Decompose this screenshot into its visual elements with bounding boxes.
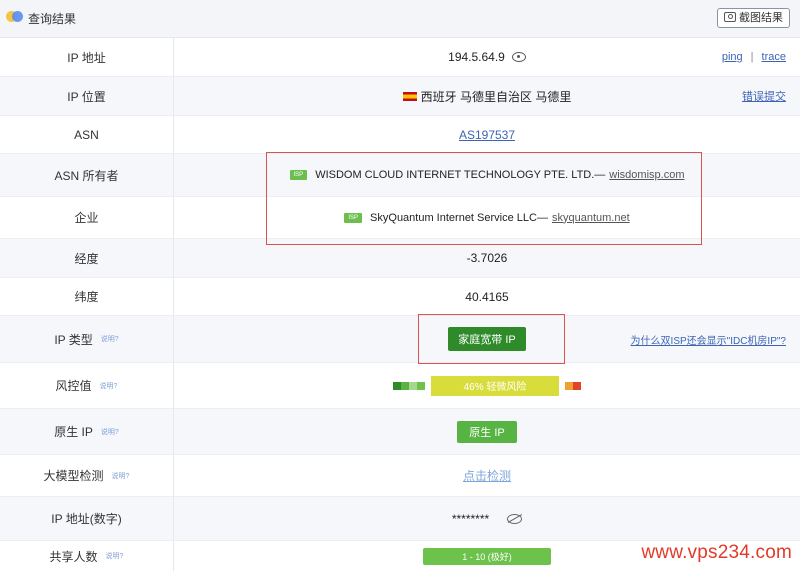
row-ip-type: IP 类型 说明? 家庭宽带 IP 为什么双ISP还会显示"IDC机房IP"? <box>0 316 800 363</box>
help-link[interactable]: 说明? <box>101 427 119 437</box>
row-label: ASN <box>0 116 174 153</box>
risk-meter: 46% 轻微风险 <box>393 375 581 396</box>
row-asn: ASN AS197537 <box>0 116 800 154</box>
help-link[interactable]: 说明? <box>101 334 119 344</box>
risk-score-bar: 46% 轻微风险 <box>431 375 559 396</box>
highlight-box-ip-type <box>418 314 565 364</box>
help-link[interactable]: 说明? <box>112 471 130 481</box>
eye-icon[interactable] <box>511 52 526 62</box>
row-label: IP 类型 <box>54 332 93 347</box>
why-idc-link[interactable]: 为什么双ISP还会显示"IDC机房IP"? <box>631 332 786 347</box>
row-ip-location: IP 位置 西班牙 马德里自治区 马德里 错误提交 <box>0 77 800 116</box>
header-title: 查询结果 <box>28 12 77 26</box>
row-native-ip: 原生 IP 说明? 原生 IP <box>0 409 800 455</box>
watermark: www.vps234.com <box>641 542 792 563</box>
help-link[interactable]: 说明? <box>106 551 124 561</box>
ip-value: 194.5.64.9 <box>174 38 800 76</box>
report-error-link[interactable]: 错误提交 <box>742 88 786 104</box>
ip-numeric-value: ******** <box>451 511 490 526</box>
row-latitude: 纬度 40.4165 <box>0 278 800 316</box>
trace-link[interactable]: trace <box>762 51 786 63</box>
row-label: IP 地址 <box>0 38 174 76</box>
row-label: IP 位置 <box>0 77 174 115</box>
latitude-value: 40.4165 <box>465 289 509 304</box>
asn-link[interactable]: AS197537 <box>459 128 515 142</box>
help-link[interactable]: 说明? <box>100 381 118 391</box>
camera-icon <box>724 12 736 22</box>
click-detect-link[interactable]: 点击检测 <box>463 467 511 484</box>
ping-link[interactable]: ping <box>722 51 743 63</box>
results-header: 查询结果 截图结果 <box>0 0 800 38</box>
row-risk: 风控值 说明? 46% 轻微风险 <box>0 363 800 409</box>
screenshot-button[interactable]: 截图结果 <box>717 8 790 28</box>
row-label: IP 地址(数字) <box>0 497 174 540</box>
native-ip-badge: 原生 IP <box>457 420 517 443</box>
row-label: 企业 <box>0 197 174 238</box>
row-llm-detection: 大模型检测 说明? 点击检测 <box>0 455 800 497</box>
location-value: 西班牙 马德里自治区 马德里 <box>420 89 572 104</box>
row-label: 风控值 <box>55 379 92 393</box>
row-label: 经度 <box>0 239 174 277</box>
row-label: ASN 所有者 <box>0 154 174 196</box>
row-label: 原生 IP <box>54 425 93 439</box>
shared-users-badge: 1 - 10 (极好) <box>423 547 551 565</box>
row-label: 大模型检测 <box>43 469 104 483</box>
app-logo-icon <box>6 11 24 23</box>
row-label: 纬度 <box>0 278 174 315</box>
spain-flag-icon <box>402 91 417 101</box>
row-ip-numeric: IP 地址(数字) ******** <box>0 497 800 541</box>
eye-off-icon[interactable] <box>507 513 523 524</box>
row-label: 共享人数 <box>49 549 98 564</box>
separator: | <box>750 51 754 63</box>
row-ip-address: IP 地址 194.5.64.9 ping | trace <box>0 38 800 77</box>
highlight-box-owner <box>266 152 702 245</box>
